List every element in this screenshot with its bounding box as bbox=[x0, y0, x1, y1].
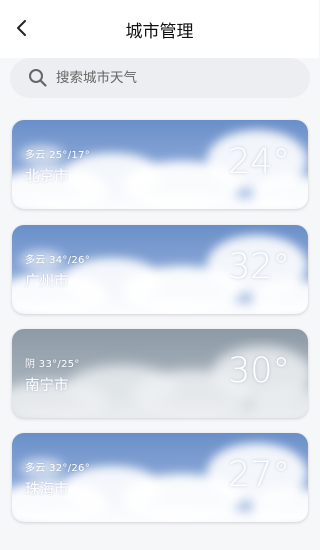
current-temperature: 30° bbox=[227, 351, 290, 391]
weather-condition-range: 多云 34°/26° bbox=[25, 255, 90, 266]
city-name: 北京市 bbox=[25, 169, 69, 185]
city-card-guangzhou[interactable]: 多云 34°/26° 广州市 32° bbox=[12, 225, 308, 314]
current-temperature: 24° bbox=[227, 142, 290, 182]
city-card-beijing[interactable]: 多云 25°/17° 北京市 24° bbox=[12, 120, 308, 209]
current-temperature: 32° bbox=[227, 247, 290, 287]
city-name: 南宁市 bbox=[25, 378, 69, 394]
search-icon bbox=[29, 69, 47, 87]
weather-condition-range: 多云 32°/26° bbox=[25, 463, 90, 474]
search-input[interactable] bbox=[56, 58, 296, 98]
page-title: 城市管理 bbox=[125, 22, 194, 42]
header-bar: 城市管理 bbox=[0, 0, 319, 58]
current-temperature: 27° bbox=[227, 455, 290, 495]
weather-condition-range: 阴 33°/25° bbox=[25, 359, 80, 370]
city-card-zhuhai[interactable]: 多云 32°/26° 珠海市 27° bbox=[12, 433, 308, 522]
city-name: 广州市 bbox=[25, 274, 69, 290]
city-name: 珠海市 bbox=[25, 482, 69, 498]
search-bar[interactable] bbox=[10, 58, 310, 98]
weather-condition-range: 多云 25°/17° bbox=[25, 150, 90, 161]
city-card-nanning[interactable]: 阴 33°/25° 南宁市 30° bbox=[12, 329, 308, 418]
